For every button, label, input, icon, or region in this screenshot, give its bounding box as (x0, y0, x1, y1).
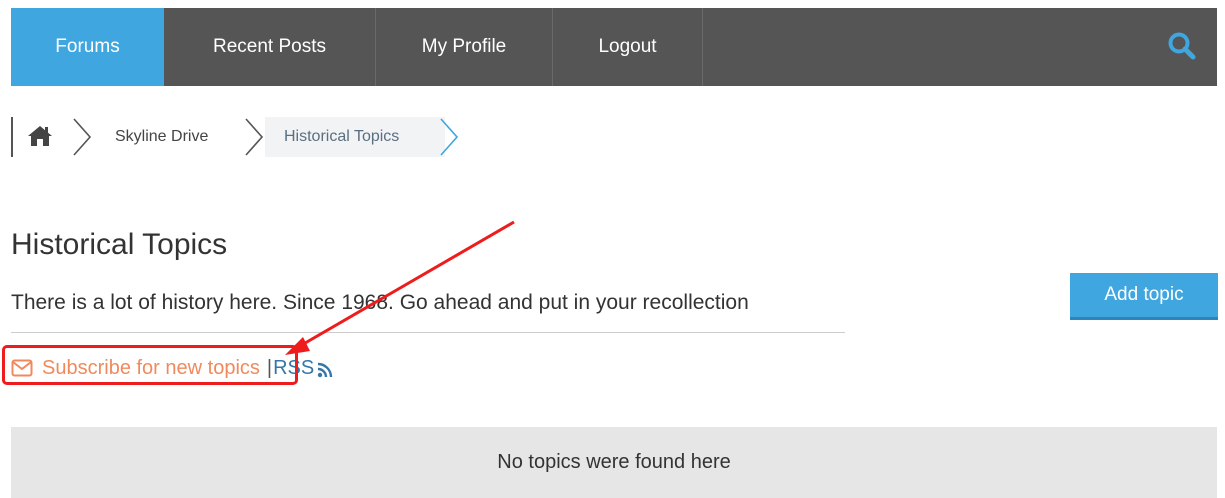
chevron-right-icon (73, 118, 92, 156)
separator: | (266, 356, 273, 379)
envelope-icon (11, 359, 33, 377)
chevron-right-icon (245, 118, 264, 156)
rss-icon (318, 362, 333, 378)
page-title: Historical Topics (11, 228, 228, 261)
top-navigation: Forums Recent Posts My Profile Logout (11, 8, 1217, 86)
empty-state-message: No topics were found here (497, 451, 731, 473)
home-icon[interactable] (27, 124, 53, 148)
forum-description: There is a lot of history here. Since 19… (11, 291, 749, 314)
nav-item-logout[interactable]: Logout (553, 8, 703, 86)
breadcrumb-divider (11, 117, 13, 157)
nav-item-my-profile[interactable]: My Profile (376, 8, 553, 86)
breadcrumb: Skyline Drive Historical Topics (11, 115, 471, 159)
rss-label: RSS (273, 356, 315, 379)
search-icon[interactable] (1167, 31, 1197, 61)
rss-link[interactable]: RSS (273, 357, 333, 380)
chevron-right-icon (440, 118, 459, 156)
subscribe-link[interactable]: Subscribe for new topics (11, 357, 260, 380)
breadcrumb-skyline-drive[interactable]: Skyline Drive (115, 128, 208, 146)
breadcrumb-historical-topics: Historical Topics (284, 128, 400, 145)
add-topic-button[interactable]: Add topic (1070, 273, 1218, 320)
nav-item-recent-posts[interactable]: Recent Posts (164, 8, 376, 86)
description-divider (11, 332, 845, 333)
subscribe-label: Subscribe for new topics (42, 356, 260, 379)
nav-item-forums[interactable]: Forums (11, 8, 164, 86)
subscribe-row: Subscribe for new topics | RSS (11, 355, 333, 381)
empty-state-panel: No topics were found here (11, 427, 1217, 498)
